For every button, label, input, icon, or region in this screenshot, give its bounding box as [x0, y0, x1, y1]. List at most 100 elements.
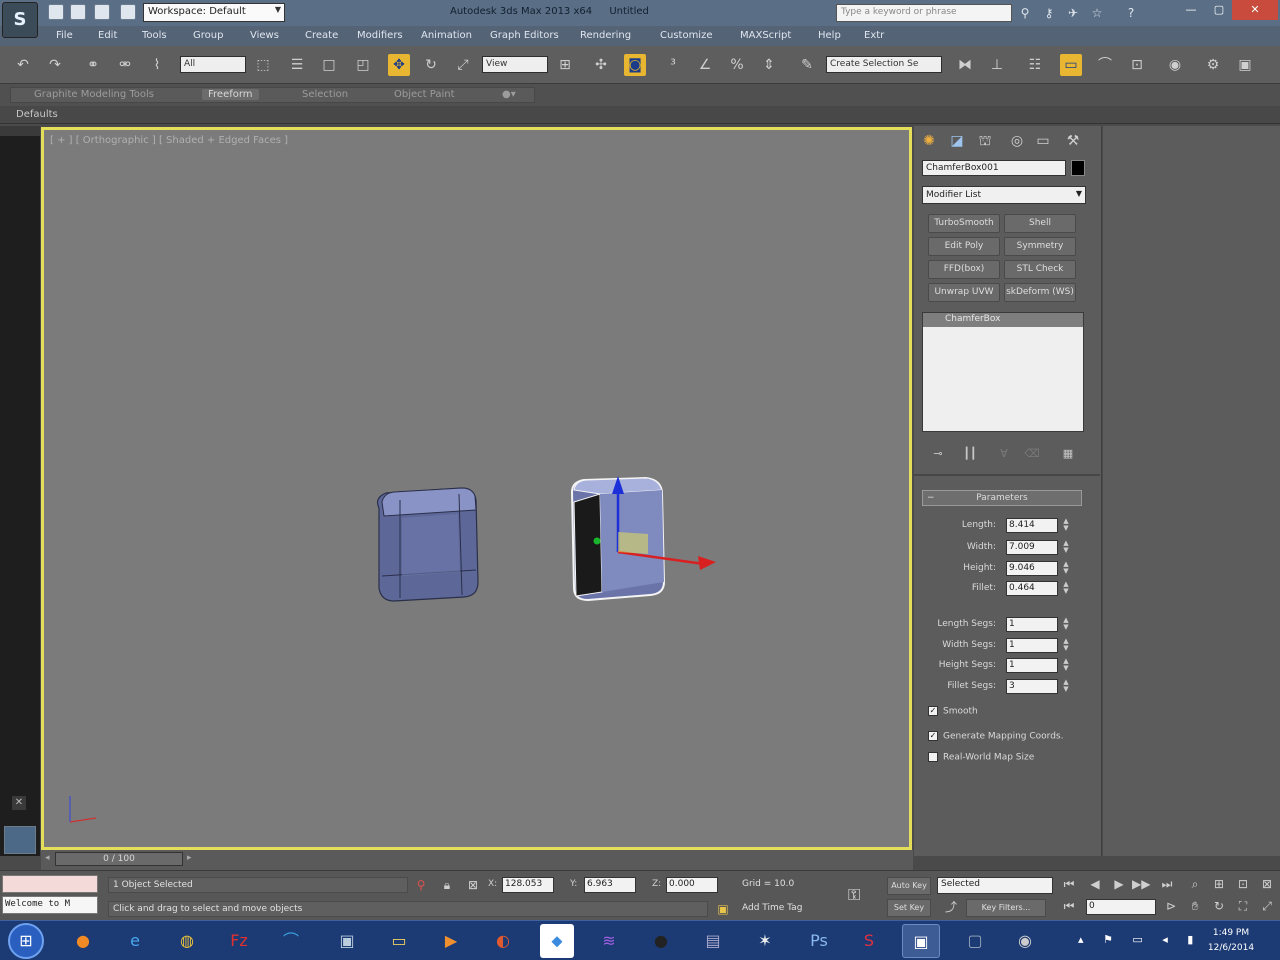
- menu-customize[interactable]: Customize: [660, 30, 713, 41]
- real-world-map-checkbox[interactable]: [928, 752, 938, 762]
- menu-group[interactable]: Group: [193, 30, 223, 41]
- align-icon[interactable]: ⊥: [986, 54, 1008, 76]
- modifier-skin-deform-button[interactable]: skDeform (WS): [1004, 283, 1076, 302]
- chevron-left-icon[interactable]: ◂: [45, 853, 50, 863]
- modifier-ffd-box-button[interactable]: FFD(box): [928, 260, 1000, 279]
- app-figure-icon[interactable]: ✶: [746, 924, 784, 958]
- height-segs-spinner[interactable]: ▲ ▼: [1062, 658, 1070, 673]
- angle-snap-icon[interactable]: ∠: [694, 54, 716, 76]
- internet-explorer-icon[interactable]: e: [116, 924, 154, 958]
- zoom-extents-icon[interactable]: ⊡: [1234, 875, 1252, 893]
- app-window-icon[interactable]: ▤: [694, 924, 732, 958]
- app-red-icon[interactable]: ◐: [484, 924, 522, 958]
- menu-graph-editors[interactable]: Graph Editors: [490, 30, 559, 41]
- menu-extra[interactable]: Extr: [864, 30, 884, 41]
- add-time-tag-button[interactable]: Add Time Tag: [742, 903, 802, 913]
- app-s-icon[interactable]: S: [850, 924, 888, 958]
- file-explorer-icon[interactable]: ▭: [380, 924, 418, 958]
- utilities-panel-icon[interactable]: ⚒: [1062, 130, 1084, 152]
- go-to-end-icon[interactable]: ⏭: [1158, 875, 1176, 893]
- orbit-icon[interactable]: ↻: [1210, 897, 1228, 915]
- z-coordinate-input[interactable]: 0.000: [666, 877, 718, 893]
- key-mode-toggle-icon[interactable]: ⏮: [1060, 897, 1078, 915]
- object-color-swatch[interactable]: [1071, 160, 1085, 176]
- show-end-result-icon[interactable]: ┃┃: [960, 446, 980, 462]
- set-key-button[interactable]: Set Key: [887, 899, 931, 917]
- modifier-stack[interactable]: ChamferBox: [922, 312, 1084, 432]
- reference-coordinate-dropdown[interactable]: View: [482, 56, 548, 73]
- width-input[interactable]: 7.009: [1006, 540, 1058, 555]
- maxscript-mini-listener-output[interactable]: Welcome to M: [2, 896, 98, 914]
- snap-toggle-icon[interactable]: ³: [662, 54, 684, 76]
- parameters-rollout-header[interactable]: − Parameters: [922, 490, 1082, 506]
- modifier-shell-button[interactable]: Shell: [1004, 214, 1076, 233]
- hierarchy-panel-icon[interactable]: ⛫: [974, 130, 996, 152]
- keyboard-shortcut-override-icon[interactable]: ◙: [624, 54, 646, 76]
- ribbon-options-icon[interactable]: ●▾: [502, 89, 516, 100]
- select-object-icon[interactable]: ⬚: [252, 54, 274, 76]
- time-tag-icon[interactable]: ▣: [714, 900, 732, 918]
- generate-mapping-checkbox[interactable]: ✓: [928, 731, 938, 741]
- viewport-layout-icon[interactable]: [4, 826, 36, 854]
- tab-freeform[interactable]: Freeform: [202, 89, 259, 100]
- make-unique-icon[interactable]: ∀: [994, 446, 1014, 462]
- open-file-icon[interactable]: [70, 4, 86, 20]
- smooth-checkbox-row[interactable]: ✓ Smooth: [928, 706, 978, 717]
- remove-modifier-icon[interactable]: ⌫: [1022, 446, 1042, 462]
- photoshop-icon[interactable]: Ps: [800, 924, 838, 958]
- tab-graphite-modeling-tools[interactable]: Graphite Modeling Tools: [34, 89, 154, 100]
- redo-icon[interactable]: ↷: [44, 54, 66, 76]
- layer-manager-icon[interactable]: ☷: [1024, 54, 1046, 76]
- window-crossing-icon[interactable]: ◰: [352, 54, 374, 76]
- current-frame-input[interactable]: 0: [1086, 899, 1156, 915]
- media-player-icon[interactable]: ▶: [432, 924, 470, 958]
- menu-help[interactable]: Help: [818, 30, 841, 41]
- zoom-extents-all-icon[interactable]: ⊠: [1258, 875, 1276, 893]
- previous-frame-icon[interactable]: ◀: [1086, 875, 1104, 893]
- chamfer-box-selected[interactable]: [570, 476, 716, 602]
- length-segs-spinner[interactable]: ▲ ▼: [1062, 617, 1070, 632]
- auto-key-button[interactable]: Auto Key: [887, 877, 931, 895]
- mirror-icon[interactable]: ⧓: [954, 54, 976, 76]
- object-name-input[interactable]: ChamferBox001: [922, 160, 1066, 176]
- generate-mapping-checkbox-row[interactable]: ✓ Generate Mapping Coords.: [928, 731, 1063, 742]
- smooth-checkbox[interactable]: ✓: [928, 706, 938, 716]
- key-mode-dropdown[interactable]: Selected: [937, 877, 1053, 894]
- system-tray[interactable]: ▴ ⚑ ▭ ◂ ▮: [1078, 933, 1201, 946]
- modify-panel-icon[interactable]: ◪: [946, 130, 968, 152]
- menu-create[interactable]: Create: [305, 30, 338, 41]
- tab-selection[interactable]: Selection: [302, 89, 348, 100]
- save-file-icon[interactable]: [94, 4, 110, 20]
- minimize-icon[interactable]: —: [1176, 0, 1206, 20]
- width-segs-input[interactable]: 1: [1006, 638, 1058, 653]
- absolute-mode-icon[interactable]: ⊠: [464, 876, 482, 894]
- render-setup-icon[interactable]: ⚙: [1202, 54, 1224, 76]
- workspace-dropdown[interactable]: Workspace: Default ▼: [143, 3, 285, 22]
- percent-snap-icon[interactable]: %: [726, 54, 748, 76]
- search-input[interactable]: Type a keyword or phrase: [836, 4, 1012, 22]
- play-icon[interactable]: ▶: [1110, 875, 1128, 893]
- undo-icon[interactable]: ↶: [12, 54, 34, 76]
- menu-tools[interactable]: Tools: [142, 30, 167, 41]
- y-coordinate-input[interactable]: 6.963: [584, 877, 636, 893]
- select-by-name-icon[interactable]: ☰: [286, 54, 308, 76]
- selection-lock-icon[interactable]: 🔒︎: [438, 876, 456, 894]
- app-round-icon[interactable]: ◉: [1006, 924, 1044, 958]
- spinner-snap-icon[interactable]: ⇕: [758, 54, 780, 76]
- maxscript-mini-listener-input[interactable]: [2, 875, 98, 893]
- app-arc-icon[interactable]: ⌒: [272, 924, 310, 958]
- select-and-rotate-icon[interactable]: ↻: [420, 54, 442, 76]
- menu-modifiers[interactable]: Modifiers: [357, 30, 403, 41]
- length-input[interactable]: 8.414: [1006, 518, 1058, 533]
- unlink-icon[interactable]: ⚮: [114, 54, 136, 76]
- menu-edit[interactable]: Edit: [98, 30, 117, 41]
- app-avatar-icon[interactable]: ●: [642, 924, 680, 958]
- curve-editor-icon[interactable]: ⌒: [1094, 54, 1116, 76]
- graphite-toggle-icon[interactable]: ▭: [1060, 54, 1082, 76]
- help-icon[interactable]: ?: [1122, 4, 1140, 22]
- height-spinner[interactable]: ▲ ▼: [1062, 561, 1070, 576]
- communication-center-icon[interactable]: ✈: [1064, 4, 1082, 22]
- height-input[interactable]: 9.046: [1006, 561, 1058, 576]
- undo-quick-icon[interactable]: [120, 4, 136, 20]
- edit-named-selection-icon[interactable]: ✎: [796, 54, 818, 76]
